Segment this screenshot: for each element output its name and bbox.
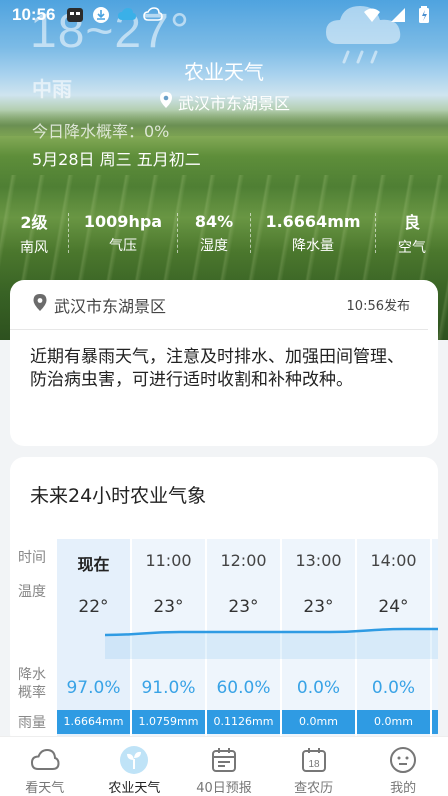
nav-item-40day[interactable]: 40日预报 [179,737,269,796]
metric-wind: 2级 南风 [0,209,68,257]
row-labels: 时间 温度 降水 概率 雨量 [18,457,58,747]
metric-value: 84% [194,211,234,231]
metric-pressure: 1009hpa 气压 [69,212,177,255]
row-label-prob-1: 降水 [18,667,46,683]
nav-label: 40日预报 [196,781,252,796]
row-label-time: 时间 [18,550,46,566]
hour-rain-probability: 0.0% [371,678,416,698]
metric-value: 良 [403,213,420,232]
nav-item-weather[interactable]: 看天气 [0,737,90,796]
hour-temp: 23° [153,597,184,617]
location-pin-icon [32,293,48,316]
row-label-rain: 雨量 [18,715,46,731]
status-time: 10:56 [12,5,56,24]
row-label-prob-2: 概率 [18,685,46,701]
hour-temp: 23° [228,597,259,617]
battery-icon [414,6,434,24]
hour-column: 14:00 24° 0.0% 0.0mm [357,539,430,747]
hour-rainfall: 1.0759mm [132,710,205,734]
advice-location: 武汉市东湖景区 [54,296,167,316]
metric-label: 空气 [398,240,426,256]
location-name: 武汉市东湖景区 [177,94,290,113]
hour-rain-probability: 97.0% [66,678,121,698]
wifi-icon [362,6,382,24]
profile-icon [388,745,418,775]
metric-humidity: 84% 湿度 [178,212,250,255]
hour-column: 11:00 23° 91.0% 1.0759mm [132,539,205,747]
date-line: 5月28日 周三 五月初二 [32,150,201,169]
hour-rain-probability: 0.0% [296,678,341,698]
row-label-temp: 温度 [18,584,46,600]
metric-label: 气压 [109,237,137,254]
nav-label: 我的 [390,781,417,796]
weather-status-icon [117,6,137,24]
lunar-calendar-icon: 18 [299,745,329,775]
metric-label: 湿度 [200,237,228,254]
hour-time: 现在 [77,555,110,574]
page-title: 农业天气 [184,60,264,84]
hour-time: 14:00 [370,551,417,570]
nav-label: 查农历 [294,781,334,796]
advice-text: 近期有暴雨天气，注意及时排水、加强田间管理、防治病虫害，可进行适时收割和补种改种… [30,347,404,390]
location-pin-icon [158,91,174,113]
metric-air-quality: 良 空气 [376,209,448,257]
download-icon [91,6,111,24]
nav-item-agri-weather[interactable]: 农业天气 [90,737,180,796]
metric-value: 1009hpa [83,211,163,231]
svg-text:18: 18 [308,759,320,770]
hour-time: 11:00 [145,551,192,570]
weather-metrics: 2级 南风 1009hpa 气压 84% 湿度 1.6664mm 降水量 良 空… [0,208,448,258]
metric-label: 降水量 [292,237,334,254]
forecast-24h-card: 未来24小时农业气象 时间 温度 降水 概率 雨量 现在 22° 97.0% 1… [10,457,438,747]
hour-rainfall: 0.0mm [282,710,355,734]
status-bar: 10:56 [0,0,448,30]
metric-value: 1.6664mm [265,211,361,231]
hour-time: 12:00 [220,551,267,570]
signal-icon [388,6,408,24]
hour-rainfall [432,710,438,734]
hour-rain-probability: 60.0% [216,678,271,698]
bottom-nav: 看天气 农业天气 40日预报 18 查农历 我的 [0,736,448,796]
hour-rainfall: 0.0mm [357,710,430,734]
hour-time: 13:00 [295,551,342,570]
calendar-icon [209,745,239,775]
hour-rain-probability: 91.0% [141,678,196,698]
metric-value: 2级 [20,213,48,232]
farming-advice-card: 武汉市东湖景区 10:56发布 近期有暴雨天气，注意及时排水、加强田间管理、防治… [10,280,438,446]
publish-time: 10:56发布 [346,299,410,314]
today-rain-probability: 今日降水概率：0% [32,122,170,141]
hour-column: 13:00 23° 0.0% 0.0mm [282,539,355,747]
nav-label: 看天气 [25,781,65,796]
metric-label: 南风 [20,240,48,256]
hour-column-partial [432,539,438,747]
app-notification-icon [65,6,85,24]
nav-label: 农业天气 [108,781,161,796]
metric-precipitation: 1.6664mm 降水量 [251,212,375,255]
nav-item-profile[interactable]: 我的 [358,737,448,796]
location-selector[interactable]: 武汉市东湖景区 [0,90,448,114]
cloud-icon [30,745,60,775]
sprout-icon [119,745,149,775]
hour-temp: 24° [378,597,409,617]
hour-rainfall: 0.1126mm [207,710,280,734]
hourly-forecast[interactable]: 现在 22° 97.0% 1.6664mm 11:00 23° 91.0% 1.… [57,539,438,747]
hour-column: 12:00 23° 60.0% 0.1126mm [207,539,280,747]
cloud-status-icon [143,6,164,24]
hour-column: 现在 22° 97.0% 1.6664mm [57,539,130,747]
hour-temp: 22° [78,597,109,617]
nav-item-lunar[interactable]: 18 查农历 [269,737,359,796]
hour-rainfall: 1.6664mm [57,710,130,734]
hour-temp: 23° [303,597,334,617]
advice-header: 武汉市东湖景区 10:56发布 [10,280,428,330]
